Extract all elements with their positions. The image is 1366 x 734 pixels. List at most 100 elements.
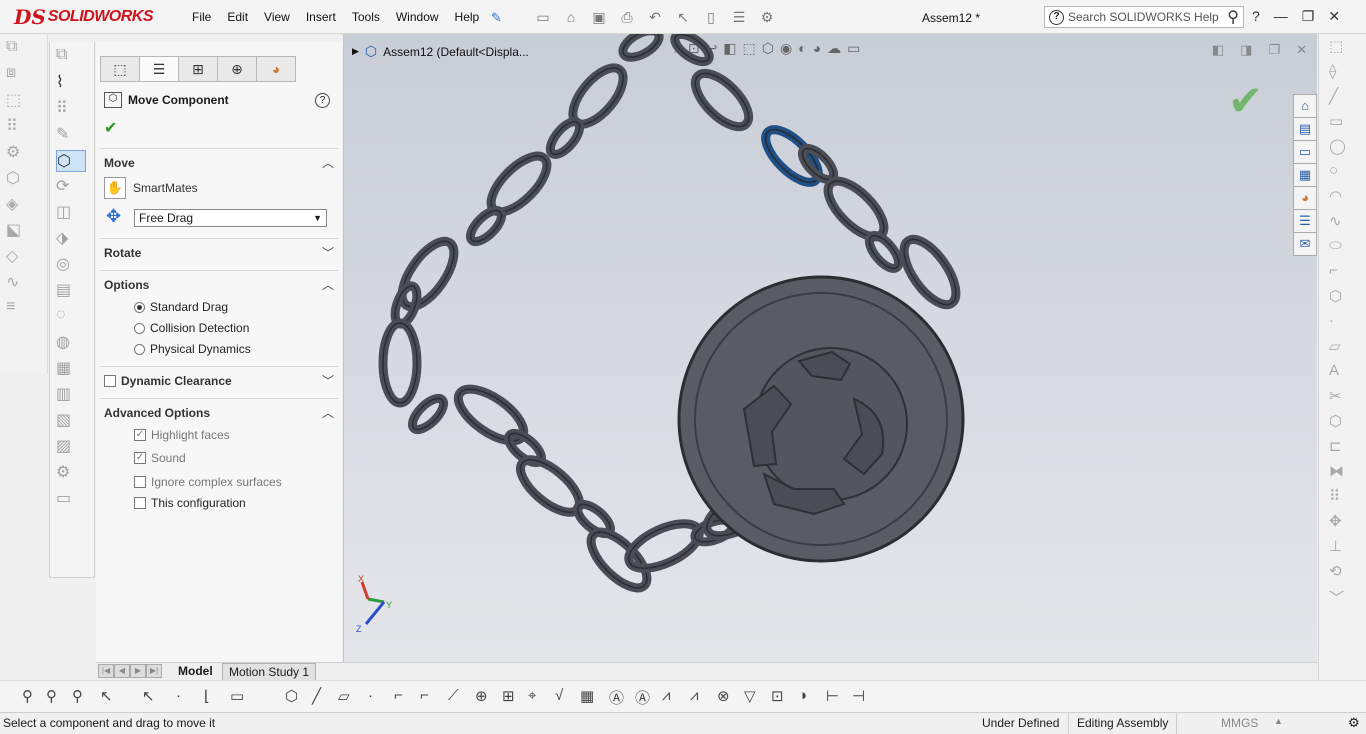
sketch-point-filter-icon[interactable]: ⟋: [448, 687, 459, 704]
smart-fasteners-icon[interactable]: ⚙: [6, 142, 30, 164]
slot-icon[interactable]: ◯: [1329, 137, 1351, 159]
dynamic-clearance-checkbox[interactable]: [104, 375, 116, 387]
repair-icon[interactable]: ⟲: [1329, 562, 1351, 584]
flyout-tools-icon[interactable]: ⚙: [56, 462, 86, 484]
radio-standard-drag[interactable]: Standard Drag: [134, 300, 228, 314]
hide-show-icon[interactable]: ◐: [798, 40, 806, 57]
select-arrow-icon[interactable]: ↖: [672, 7, 694, 27]
plane-filter-icon[interactable]: ▱: [338, 687, 350, 705]
mate-icon[interactable]: ⧈: [6, 64, 30, 86]
offset-icon[interactable]: ⊏: [1329, 437, 1351, 459]
tab-model[interactable]: Model: [174, 663, 217, 679]
move-component-active-icon[interactable]: ⬡: [56, 150, 86, 172]
plane-icon[interactable]: ▱: [1329, 337, 1351, 359]
flyout-hole-icon[interactable]: ◌: [56, 306, 86, 328]
new-document-icon[interactable]: ▭: [532, 7, 554, 27]
appearances-icon[interactable]: ◕: [1293, 186, 1317, 210]
sound-option[interactable]: ✓ Sound: [134, 451, 186, 465]
point-icon[interactable]: ·: [1329, 312, 1351, 334]
highlight-faces-checkbox[interactable]: ✓: [134, 429, 146, 441]
move-entities-icon[interactable]: ✥: [1329, 512, 1351, 534]
solidworks-resources-icon[interactable]: ⌂: [1293, 94, 1317, 118]
this-configuration-checkbox[interactable]: [134, 497, 146, 509]
new-motion-study-icon[interactable]: ∿: [6, 272, 30, 294]
sketch-segment-filter-icon[interactable]: ⌐: [420, 687, 429, 704]
smart-dimension-icon[interactable]: ⟠: [1329, 62, 1351, 84]
datum-feature-filter-icon[interactable]: Ⓐ: [635, 687, 650, 708]
flyout-display-icon[interactable]: ▧: [56, 410, 86, 432]
component-preview-icon[interactable]: ⬚: [6, 90, 30, 112]
prev-tab-icon[interactable]: ◀: [114, 664, 130, 678]
vp-close-icon[interactable]: ✕: [1296, 42, 1307, 58]
menu-window[interactable]: Window: [388, 10, 447, 24]
radio-physical-dynamics[interactable]: Physical Dynamics: [134, 342, 251, 356]
flyout-mass-icon[interactable]: ▦: [56, 358, 86, 380]
tab-configuration-manager[interactable]: ⊞: [178, 56, 218, 82]
section-dynamic-clearance-title[interactable]: Dynamic Clearance: [121, 374, 232, 388]
status-units[interactable]: MMGS: [1221, 716, 1258, 730]
minimize-icon[interactable]: —: [1274, 8, 1288, 25]
highlight-faces-option[interactable]: ✓ Highlight faces: [134, 428, 230, 442]
ellipse-icon[interactable]: ⬭: [1329, 237, 1351, 259]
tab-property-manager[interactable]: ☰: [139, 56, 179, 82]
reference-geometry-icon[interactable]: ◇: [6, 246, 30, 268]
ok-checkmark-button[interactable]: ✔: [104, 118, 117, 138]
flyout-interference-icon[interactable]: ◎: [56, 254, 86, 276]
chevron-up-icon[interactable]: ︿: [322, 154, 334, 171]
pin-icon[interactable]: ✎: [491, 10, 502, 26]
move-component-icon[interactable]: ⬡: [6, 168, 30, 190]
save-icon[interactable]: ▣: [588, 7, 610, 27]
section-options-title[interactable]: Options: [104, 278, 149, 292]
menu-edit[interactable]: Edit: [219, 10, 256, 24]
print-icon[interactable]: ⎙: [616, 7, 638, 27]
confirmation-corner-ok-icon[interactable]: ✔: [1228, 76, 1263, 125]
trim-icon[interactable]: ✂: [1329, 387, 1351, 409]
pattern-icon[interactable]: ⠿: [1329, 487, 1351, 509]
menu-tools[interactable]: Tools: [344, 10, 388, 24]
customize-gear-icon[interactable]: ⚙: [1348, 715, 1360, 731]
apply-scene-icon[interactable]: ☁: [827, 40, 841, 57]
show-hidden-icon[interactable]: ◈: [6, 194, 30, 216]
ignore-complex-option[interactable]: Ignore complex surfaces: [134, 475, 282, 489]
connection-filter-icon[interactable]: ⊣: [852, 687, 865, 705]
last-tab-icon[interactable]: ▶|: [146, 664, 162, 678]
relations-icon[interactable]: ⊥: [1329, 537, 1351, 559]
cosmetic-thread-filter-icon[interactable]: ⩘: [690, 687, 698, 704]
bill-of-materials-icon[interactable]: ≡: [6, 298, 30, 320]
flyout-feature-tree[interactable]: ▶ ⬡ Assem12 (Default<Displa...: [352, 43, 529, 60]
axis-filter-icon[interactable]: ╱: [312, 687, 321, 705]
close-icon[interactable]: ✕: [1328, 8, 1340, 25]
file-properties-icon[interactable]: ☰: [728, 7, 750, 27]
vp-right-icon[interactable]: ◨: [1240, 42, 1252, 58]
radio-dot[interactable]: [134, 343, 145, 355]
zoom-area-icon[interactable]: ⊡: [688, 40, 700, 57]
edge-filter-icon[interactable]: ⌊: [204, 687, 210, 705]
this-configuration-option[interactable]: This configuration: [134, 496, 246, 510]
convert-entities-icon[interactable]: ⬡: [1329, 412, 1351, 434]
first-tab-icon[interactable]: |◀: [98, 664, 114, 678]
tab-feature-manager[interactable]: ⬚: [100, 56, 140, 82]
zoom-to-fit-icon[interactable]: ⌕: [674, 40, 682, 57]
file-explorer-icon[interactable]: ▭: [1293, 140, 1317, 164]
flyout-edit-icon[interactable]: ✎: [56, 124, 86, 146]
dimension-filter-icon[interactable]: ⌖: [528, 687, 536, 704]
clear-filter-icon[interactable]: ↖: [142, 687, 155, 705]
mate-filter-icon[interactable]: ◑: [798, 687, 807, 704]
geometric-tolerance-filter-icon[interactable]: ▦: [580, 687, 594, 705]
flyout-pattern-icon[interactable]: ⠿: [56, 98, 86, 120]
circle-icon[interactable]: ○: [1329, 162, 1351, 184]
pm-help-icon[interactable]: ?: [315, 93, 330, 108]
curve-filter-icon[interactable]: ⌐: [394, 687, 403, 704]
section-advanced-title[interactable]: Advanced Options: [104, 406, 210, 420]
solid-body-filter-icon[interactable]: ⬡: [285, 687, 298, 705]
previous-view-icon[interactable]: ↩: [706, 40, 718, 57]
smartmates-icon[interactable]: ✋: [104, 177, 126, 199]
rectangle-icon[interactable]: ▭: [1329, 112, 1351, 134]
assembly-features-icon[interactable]: ⬕: [6, 220, 30, 242]
dynamic-annotation-icon[interactable]: ⬚: [743, 40, 756, 57]
insert-component-icon[interactable]: ⧉: [6, 38, 30, 60]
sketch-icon[interactable]: ⬚: [1329, 37, 1351, 59]
section-rotate-title[interactable]: Rotate: [104, 246, 141, 260]
expand-arrow-icon[interactable]: ▶: [352, 46, 359, 57]
rebuild-icon[interactable]: ▯: [700, 7, 722, 27]
